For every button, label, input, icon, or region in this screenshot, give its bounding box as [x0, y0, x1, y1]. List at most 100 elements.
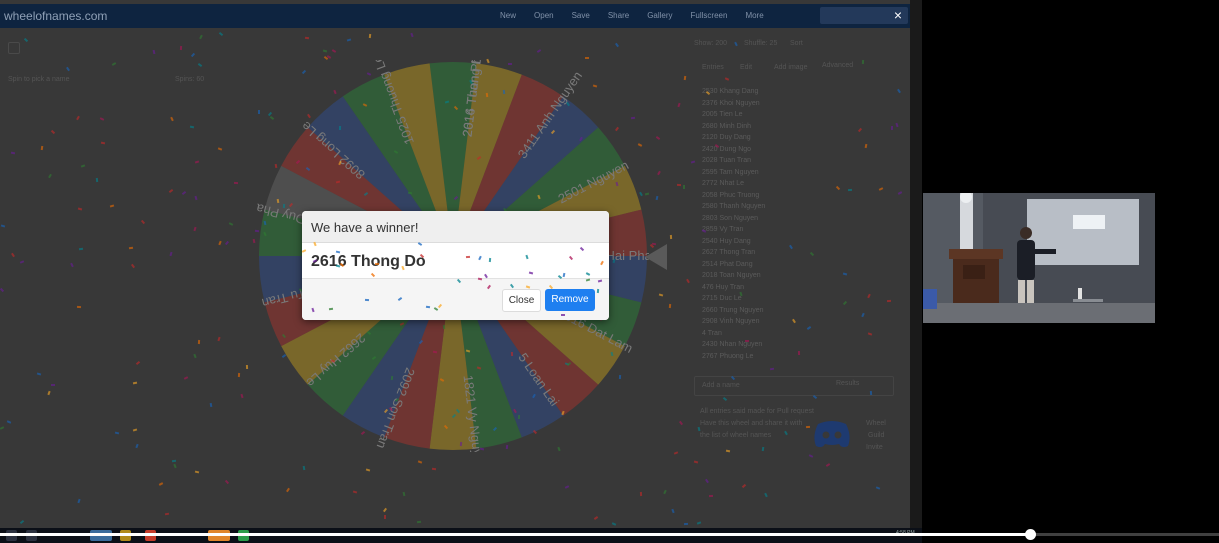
confetti-piece [686, 278, 690, 284]
sort-control[interactable]: Sort [790, 40, 803, 47]
confetti-piece [189, 125, 195, 129]
confetti-piece [168, 189, 174, 193]
entry-item[interactable]: 476 Huy Tran [702, 284, 744, 291]
video-progress-fill [0, 533, 1031, 536]
confetti-piece [568, 255, 574, 261]
dialog-title: We have a winner! [311, 220, 419, 235]
discord-text-1: Wheel [866, 420, 886, 427]
confetti-piece [304, 36, 310, 40]
confetti-piece [286, 487, 290, 493]
confetti-piece [611, 522, 617, 526]
entry-item[interactable]: 4 Tran [702, 330, 722, 337]
entry-item[interactable]: 2908 Vinh Nguyen [702, 318, 759, 325]
entry-item[interactable]: 2680 Minh Dinh [702, 123, 751, 130]
confetti-piece [19, 519, 25, 525]
confetti-piece [668, 303, 672, 309]
entry-item[interactable]: 2540 Huy Dang [702, 238, 751, 245]
confetti-piece [890, 125, 894, 131]
confetti-piece [228, 222, 234, 226]
confetti-piece [682, 184, 686, 190]
entry-item[interactable]: 2420 Dung Ngo [702, 146, 751, 153]
confetti-piece [536, 49, 542, 53]
brand-logo[interactable]: wheelofnames.com [4, 9, 107, 23]
confetti-piece [152, 49, 156, 55]
confetti-piece [169, 251, 173, 257]
hamburger-icon[interactable] [8, 42, 20, 54]
video-progress-bar[interactable] [0, 529, 1219, 540]
left-panel-label: Spin to pick a name [8, 76, 70, 83]
menu-fullscreen[interactable]: Fullscreen [691, 11, 728, 20]
footer-text-3: the list of wheel names [700, 432, 772, 439]
menu-gallery[interactable]: Gallery [647, 11, 672, 20]
confetti-piece [745, 340, 749, 342]
video-scrubber-handle[interactable] [1025, 529, 1037, 540]
confetti-piece [671, 508, 675, 514]
confetti-piece [48, 173, 52, 179]
confetti-piece [639, 491, 643, 497]
entry-item[interactable]: 2376 Khoi Nguyen [702, 100, 760, 107]
show-control[interactable]: Show: 200 [694, 40, 727, 47]
confetti-piece [630, 116, 636, 120]
entry-item[interactable]: 2859 Vy Tran [702, 226, 743, 233]
entry-item[interactable]: 2772 Nhat Le [702, 180, 744, 187]
confetti-piece [224, 479, 230, 485]
confetti-piece [209, 402, 213, 408]
entry-item[interactable]: 2530 Khang Dang [702, 88, 758, 95]
menu-share[interactable]: Share [608, 11, 629, 20]
confetti-piece [194, 470, 200, 474]
entry-item[interactable]: 2430 Nhan Nguyen [702, 341, 762, 348]
menu-more[interactable]: More [745, 11, 763, 20]
remove-button[interactable]: Remove [545, 289, 595, 311]
footer-text-2: Have this wheel and share it with [700, 420, 803, 427]
confetti-piece [77, 498, 81, 504]
entry-item[interactable]: 2715 Duc Le [702, 295, 742, 302]
menu-save[interactable]: Save [572, 11, 590, 20]
confetti-piece [78, 247, 84, 251]
tab-advanced[interactable]: Advanced [822, 62, 853, 69]
close-icon[interactable]: × [890, 7, 906, 23]
confetti-piece [197, 63, 203, 67]
entry-item[interactable]: 2595 Tam Nguyen [702, 169, 759, 176]
tab-entries[interactable]: Entries [702, 64, 724, 71]
close-button[interactable]: Close [502, 289, 541, 312]
entry-item[interactable]: 2058 Phuc Truong [702, 192, 759, 199]
tab-edit[interactable]: Edit [740, 64, 752, 71]
confetti-piece [331, 49, 337, 53]
confetti-piece [562, 272, 566, 278]
webcam-video [923, 193, 1155, 323]
winner-dialog: We have a winner! 2616 Thong Do Close Re… [302, 211, 609, 320]
entry-item[interactable]: 2580 Thanh Nguyen [702, 203, 765, 210]
confetti-piece [593, 516, 599, 520]
confetti-piece [135, 360, 141, 366]
menu-open[interactable]: Open [534, 11, 554, 20]
entry-item[interactable]: 2514 Phat Dang [702, 261, 753, 268]
entry-item[interactable]: 2660 Trung Nguyen [702, 307, 764, 314]
confetti-piece [95, 177, 99, 183]
discord-icon[interactable] [812, 418, 852, 450]
confetti-piece [181, 190, 187, 196]
confetti-piece [596, 288, 600, 294]
entry-item[interactable]: 2018 Toan Nguyen [702, 272, 761, 279]
confetti-piece [502, 89, 506, 95]
menu-new[interactable]: New [500, 11, 516, 20]
entry-item[interactable]: 2120 Duy Dang [702, 134, 751, 141]
entry-item[interactable]: 2627 Thong Tran [702, 249, 755, 256]
confetti-piece [0, 426, 5, 430]
entry-item[interactable]: 2767 Phuong Le [702, 353, 753, 360]
tab-add-image[interactable]: Add image [774, 64, 807, 71]
confetti-piece [197, 339, 201, 345]
confetti-piece [708, 494, 714, 498]
confetti-piece [352, 490, 358, 494]
confetti-piece [274, 163, 278, 169]
confetti-piece [40, 145, 44, 151]
results-label[interactable]: Results [836, 380, 859, 387]
confetti-piece [875, 486, 881, 490]
confetti-piece [741, 483, 747, 489]
entry-item[interactable]: 2005 Tien Le [702, 111, 742, 118]
shuffle-control[interactable]: Shuffle: 25 [744, 40, 777, 47]
confetti-piece [217, 147, 223, 151]
entry-item[interactable]: 2028 Tuan Tran [702, 157, 751, 164]
entry-item[interactable]: 2803 Son Nguyen [702, 215, 758, 222]
confetti-piece [10, 151, 16, 155]
confetti-piece [383, 514, 387, 520]
